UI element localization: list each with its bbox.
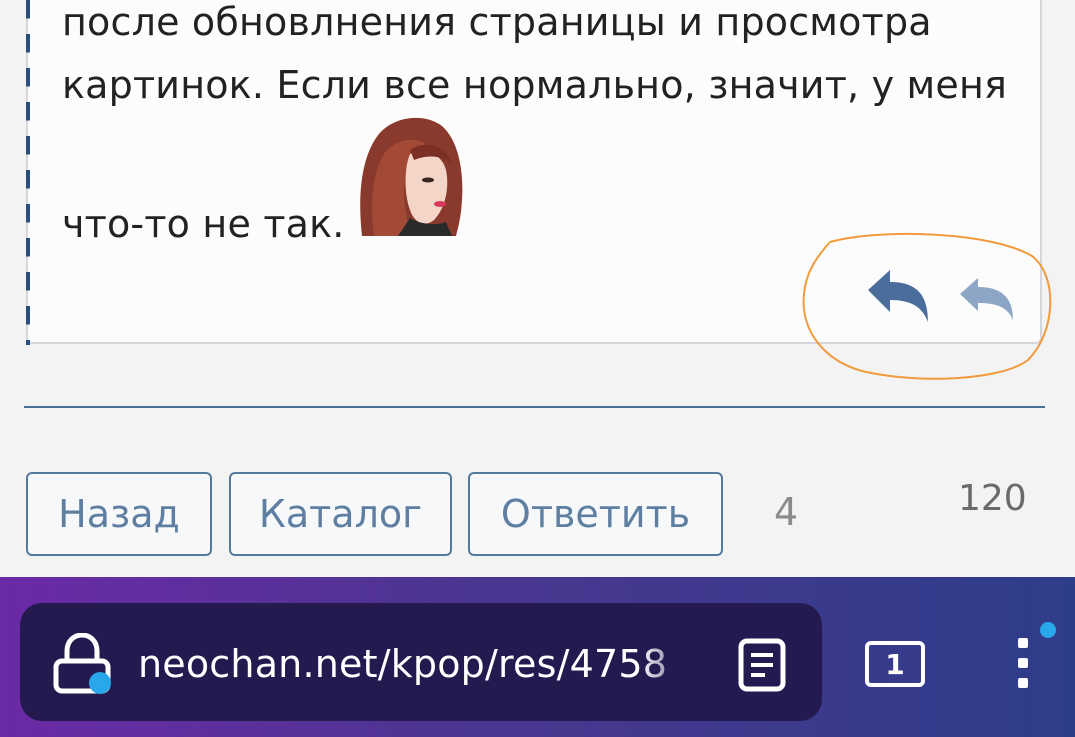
- lock-icon[interactable]: [52, 632, 114, 697]
- catalog-button[interactable]: Каталог: [229, 472, 452, 556]
- post-text-line: после обновлнения страницы и просмотра: [62, 0, 932, 44]
- post-text-line: что-то не так.: [62, 202, 345, 246]
- reader-mode-icon[interactable]: [738, 638, 786, 692]
- post-left-border: [26, 0, 30, 345]
- reply-quote-button[interactable]: [958, 274, 1016, 322]
- inline-image-portrait[interactable]: [354, 110, 467, 236]
- reply-arrow-icon: [960, 278, 1013, 320]
- reply-thread-button[interactable]: Ответить: [468, 472, 723, 556]
- tabs-icon[interactable]: 1: [865, 641, 925, 687]
- image-count: 4: [774, 490, 799, 534]
- menu-icon[interactable]: [1010, 618, 1060, 698]
- section-divider: [24, 406, 1045, 408]
- url-text[interactable]: neochan.net/kpop/res/4758: [138, 642, 708, 686]
- post-text-line: картинок. Если все нормально, значит, у …: [62, 63, 1008, 107]
- url-fade: [640, 630, 710, 700]
- back-button[interactable]: Назад: [26, 472, 212, 556]
- reply-button[interactable]: [866, 268, 932, 324]
- reply-arrow-icon: [868, 270, 928, 322]
- post-count: 120: [958, 478, 1027, 519]
